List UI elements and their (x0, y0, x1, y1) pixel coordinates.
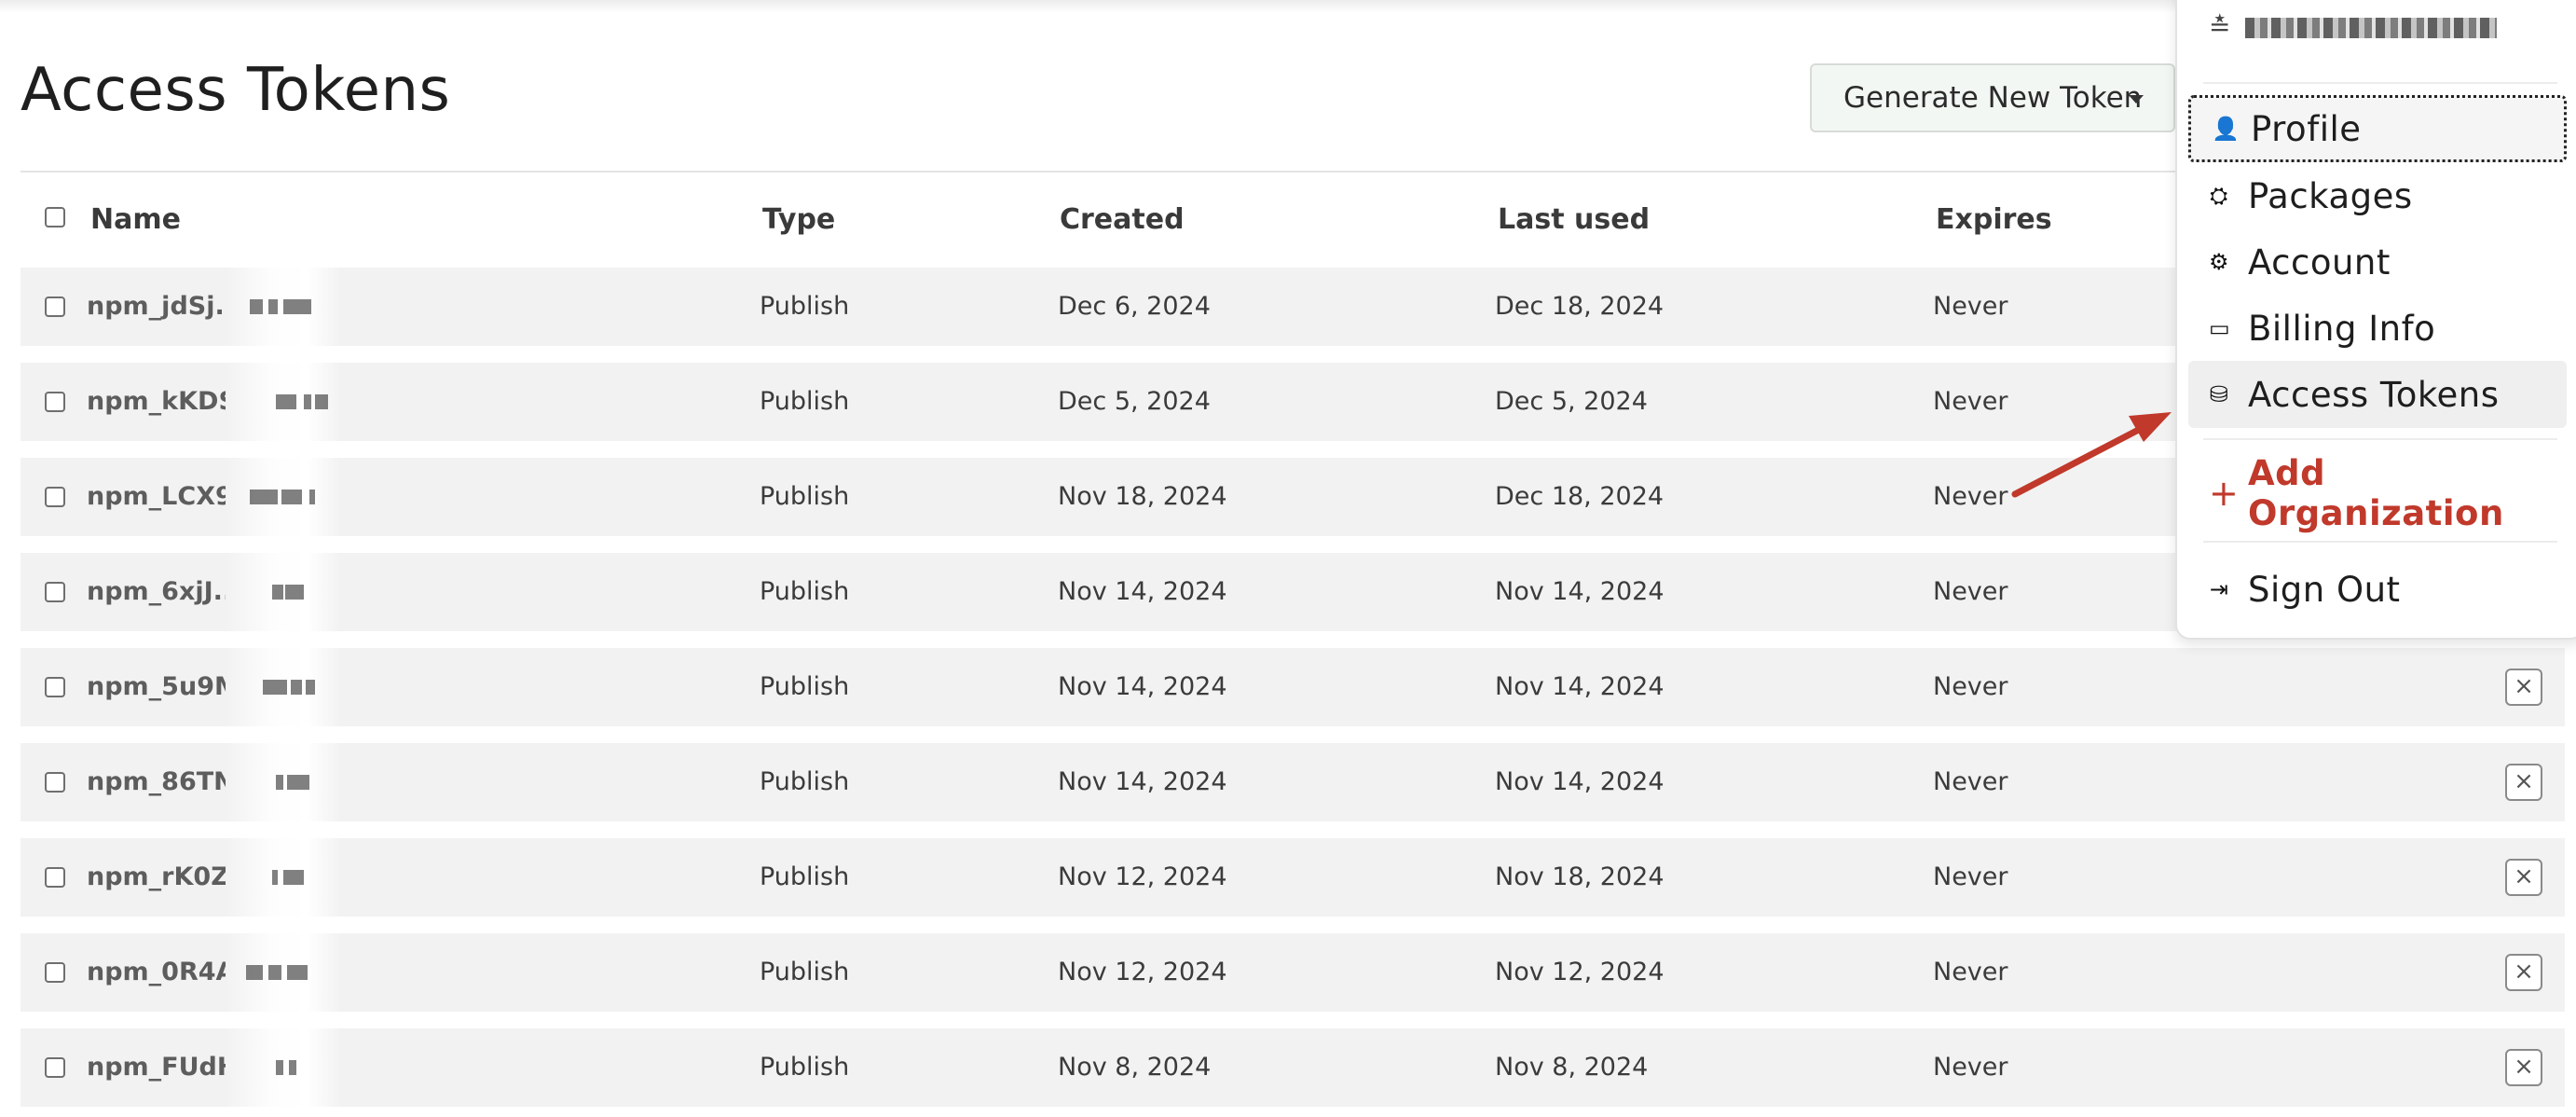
annotation-arrow (2011, 412, 2172, 498)
